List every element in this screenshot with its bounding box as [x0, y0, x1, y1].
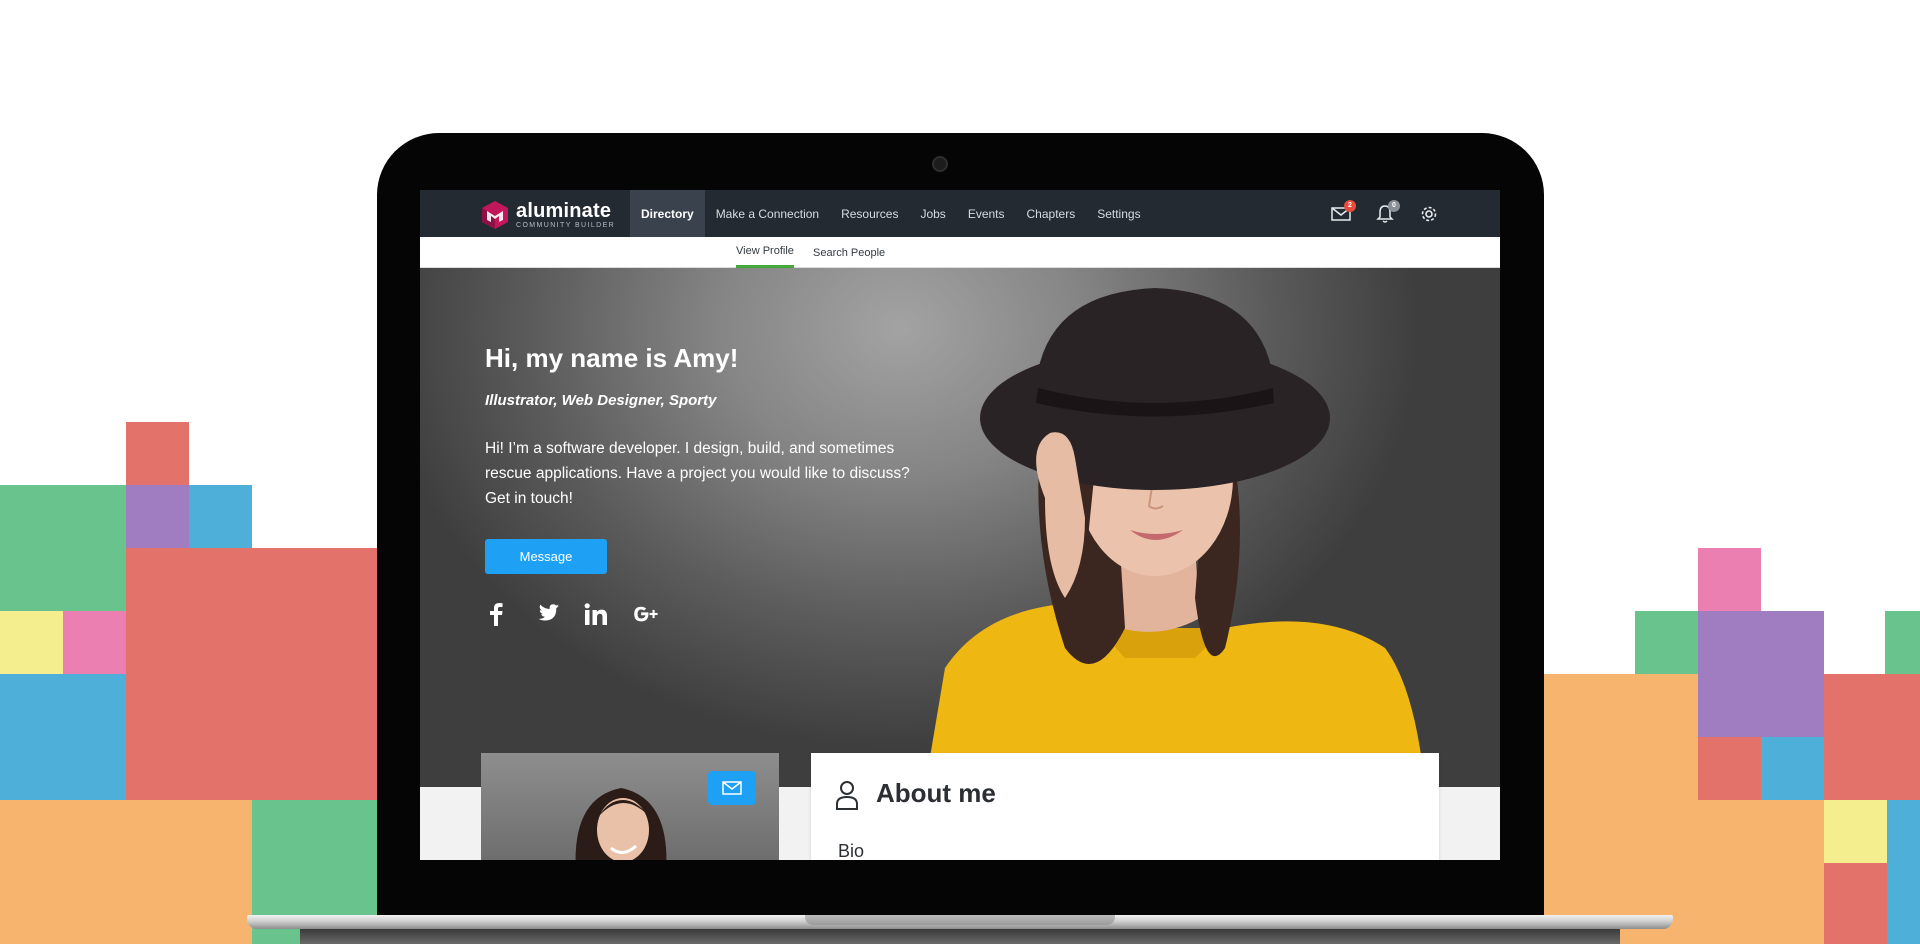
nav-item-events[interactable]: Events — [957, 190, 1016, 237]
tab-view-profile[interactable]: View Profile — [736, 237, 794, 268]
tab-search-people[interactable]: Search People — [813, 237, 885, 268]
bell-icon[interactable]: 0 — [1374, 199, 1400, 225]
bg-block — [126, 548, 377, 800]
person-icon — [836, 781, 858, 810]
bg-block — [1635, 611, 1698, 674]
bg-block — [1824, 800, 1887, 863]
profile-photo — [925, 288, 1425, 787]
gear-icon[interactable] — [1418, 203, 1440, 225]
profile-hero: Hi, my name is Amy! Illustrator, Web Des… — [420, 268, 1500, 787]
linkedin-icon[interactable] — [583, 601, 609, 627]
bg-block — [0, 485, 126, 611]
logo-name: aluminate — [516, 200, 612, 222]
logo-subtitle: COMMUNITY BUILDER — [516, 222, 616, 229]
bg-block — [1698, 548, 1761, 611]
envelope-icon — [722, 781, 742, 795]
profile-bio-text: Hi! I’m a software developer. I design, … — [485, 440, 910, 507]
bg-block — [1761, 737, 1824, 800]
about-heading: About me — [876, 778, 996, 808]
bg-block — [1824, 674, 1920, 800]
bg-block — [1698, 737, 1761, 800]
twitter-icon[interactable] — [533, 601, 559, 627]
google-plus-icon[interactable] — [633, 601, 659, 627]
bg-block — [1887, 800, 1920, 944]
nav-item-jobs[interactable]: Jobs — [909, 190, 956, 237]
bg-block — [1698, 800, 1824, 944]
nav-item-settings[interactable]: Settings — [1086, 190, 1151, 237]
card-message-button[interactable] — [708, 771, 756, 805]
bg-block — [126, 485, 189, 548]
nav-item-make-a-connection[interactable]: Make a Connection — [705, 190, 830, 237]
webcam-icon — [932, 156, 948, 172]
bg-block — [1885, 611, 1920, 674]
aluminate-logo-icon — [482, 201, 508, 229]
bg-block — [1824, 863, 1887, 944]
facebook-icon[interactable] — [483, 601, 509, 627]
bg-block — [126, 422, 189, 485]
laptop-base-notch — [805, 915, 1115, 925]
bg-block — [1698, 611, 1824, 737]
profile-name-heading: Hi, my name is Amy! — [485, 343, 739, 373]
laptop-base-shadow — [300, 929, 1620, 944]
top-navigation: aluminate COMMUNITY BUILDER Directory Ma… — [420, 190, 1500, 237]
social-links — [483, 601, 659, 627]
bg-block — [0, 800, 252, 944]
mail-badge: 2 — [1344, 199, 1356, 212]
laptop-screen: aluminate COMMUNITY BUILDER Directory Ma… — [420, 190, 1500, 860]
bg-block — [1544, 674, 1698, 944]
bg-block — [0, 674, 126, 800]
main-menu: Directory Make a Connection Resources Jo… — [630, 190, 1152, 237]
nav-item-resources[interactable]: Resources — [830, 190, 909, 237]
bg-block — [0, 611, 63, 674]
nav-item-chapters[interactable]: Chapters — [1016, 190, 1087, 237]
nav-icon-group: 2 0 — [1330, 190, 1440, 237]
bio-label: Bio — [838, 841, 865, 860]
message-button[interactable]: Message — [485, 539, 607, 574]
bell-badge: 0 — [1388, 199, 1400, 212]
about-card: About me Bio — [811, 753, 1439, 860]
profile-card-photo — [575, 788, 667, 860]
mail-icon[interactable]: 2 — [1330, 199, 1356, 225]
bg-block — [189, 485, 252, 548]
brand-logo[interactable]: aluminate COMMUNITY BUILDER — [480, 200, 615, 230]
profile-card — [481, 753, 779, 860]
sub-navigation: View Profile Search People — [420, 237, 1500, 268]
nav-item-directory[interactable]: Directory — [630, 190, 705, 237]
bg-block — [63, 611, 126, 674]
profile-tagline: Illustrator, Web Designer, Sporty — [485, 392, 717, 409]
